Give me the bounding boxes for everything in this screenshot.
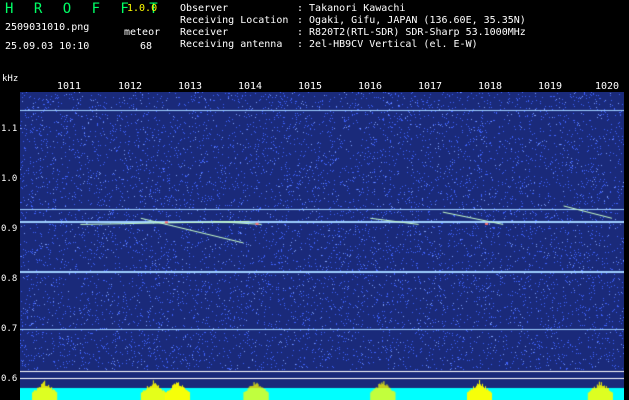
x-tick-label: 1014 [237, 81, 263, 92]
y-tick-label: 0.9 [1, 224, 18, 234]
header-panel: H R O F F T 1.0.0 2509031010.png 25.09.0… [0, 0, 629, 78]
y-axis-unit: kHz [2, 74, 19, 84]
info-label: Receiving Location [180, 15, 289, 26]
meteor-count: 68 [140, 41, 153, 52]
x-tick-label: 1013 [177, 81, 203, 92]
spectrogram-canvas [20, 92, 624, 400]
info-label: Receiver [180, 27, 229, 38]
capture-datetime: 25.09.03 10:10 [5, 41, 90, 52]
info-receiver: Receiver : R820T2(RTL-SDR) SDR-Sharp 53.1… [180, 27, 526, 38]
x-tick-label: 1020 [594, 81, 620, 92]
meteor-label: meteor [124, 27, 161, 38]
x-tick-label: 1016 [357, 81, 383, 92]
x-tick-label: 1017 [417, 81, 443, 92]
info-value: : Ogaki, Gifu, JAPAN (136.60E, 35.35N) [297, 15, 526, 26]
y-tick-label: 1.0 [1, 174, 18, 184]
y-tick-label: 0.8 [1, 274, 18, 284]
x-tick-label: 1015 [297, 81, 323, 92]
x-tick-label: 1019 [537, 81, 563, 92]
y-tick-label: 0.6 [1, 374, 18, 384]
y-tick-label: 0.7 [1, 324, 18, 334]
info-antenna: Receiving antenna : 2el-HB9CV Vertical (e… [180, 39, 478, 50]
x-tick-label: 1018 [477, 81, 503, 92]
info-value: : 2el-HB9CV Vertical (el. E-W) [297, 39, 478, 50]
image-filename: 2509031010.png [5, 22, 90, 33]
info-label: Observer [180, 3, 229, 14]
x-tick-label: 1012 [117, 81, 143, 92]
info-value: : Takanori Kawachi [297, 3, 406, 14]
app-version: 1.0.0 [127, 3, 158, 14]
info-value: : R820T2(RTL-SDR) SDR-Sharp 53.1000MHz [297, 27, 526, 38]
info-observer: Observer : Takanori Kawachi [180, 3, 405, 14]
info-label: Receiving antenna [180, 39, 283, 50]
x-tick-label: 1011 [56, 81, 82, 92]
info-location: Receiving Location : Ogaki, Gifu, JAPAN (… [180, 15, 526, 26]
y-tick-label: 1.1 [1, 124, 18, 134]
